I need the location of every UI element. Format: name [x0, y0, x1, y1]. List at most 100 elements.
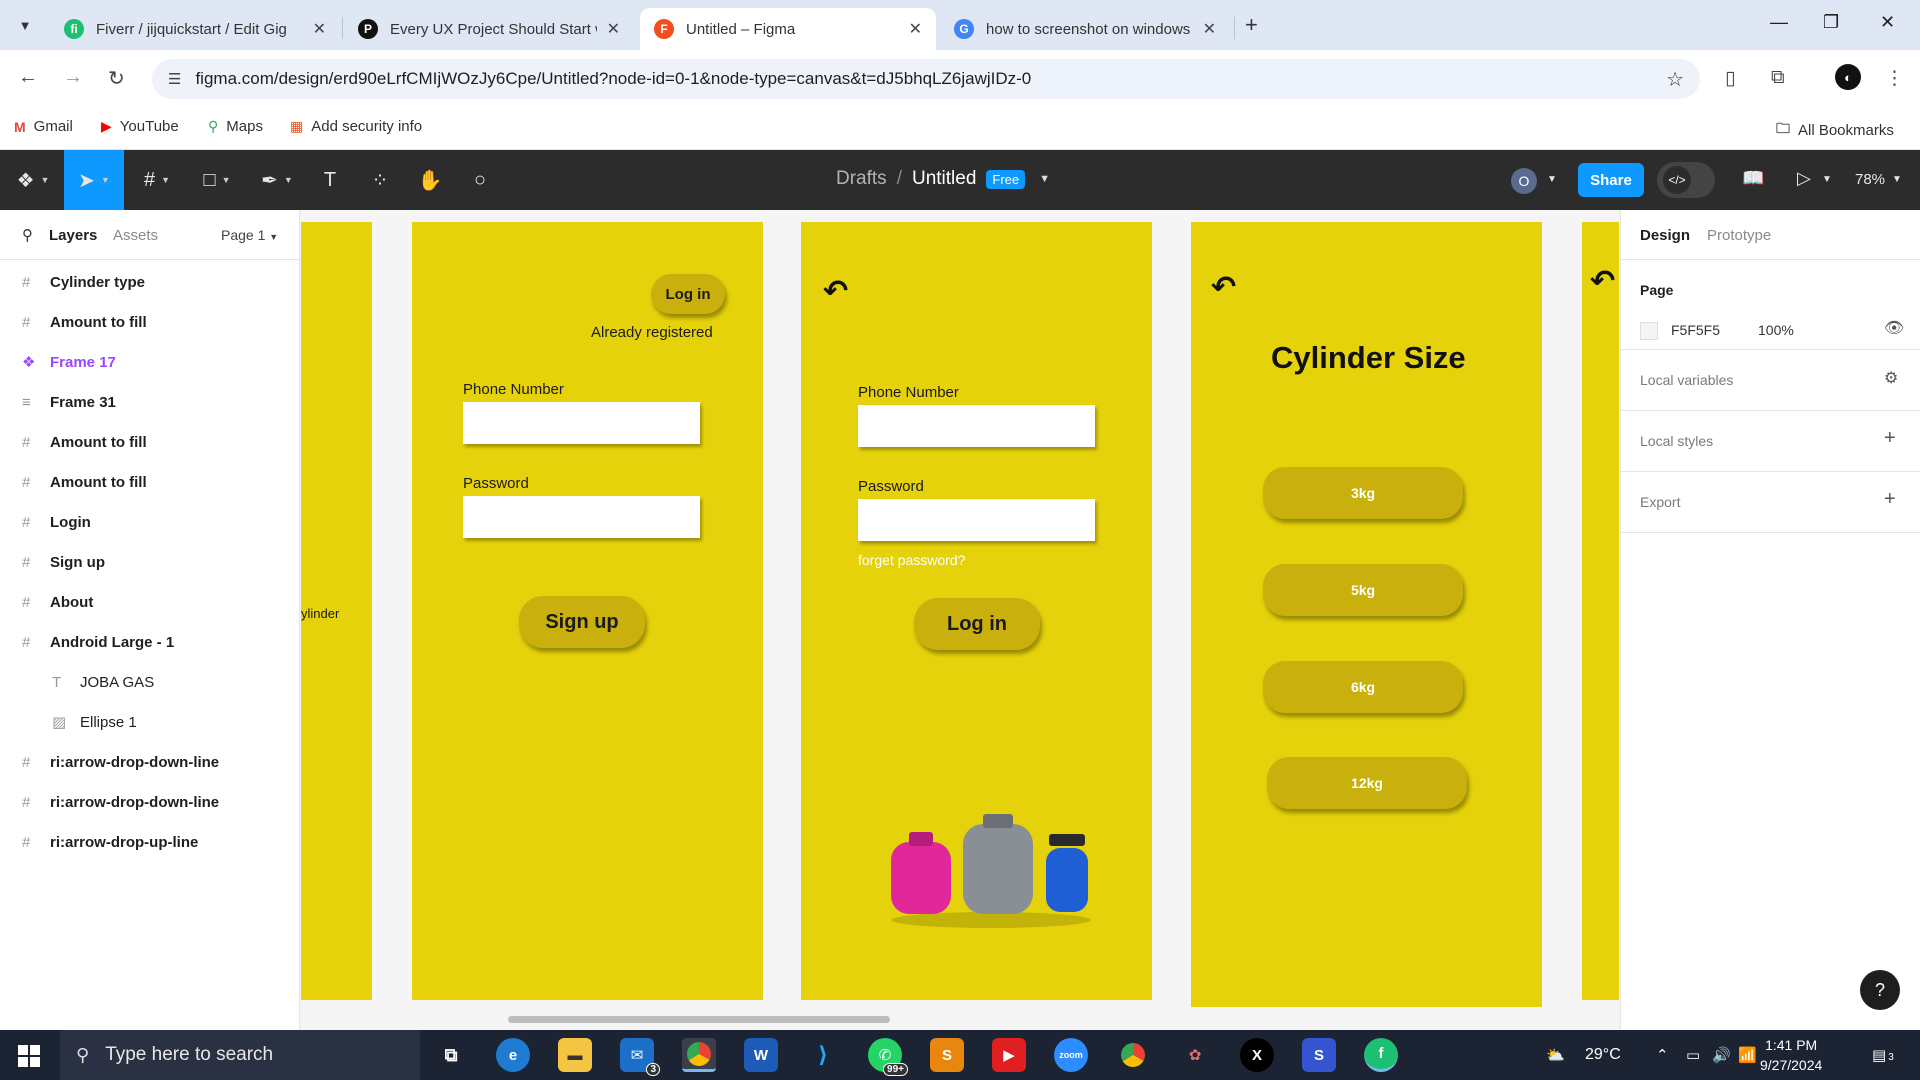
weather-temp[interactable]: 29°C	[1585, 1046, 1621, 1064]
share-button[interactable]: Share	[1578, 163, 1644, 197]
pen-tool[interactable]: ✒ ▼	[252, 150, 302, 210]
close-icon[interactable]: ✕	[1203, 19, 1216, 39]
size-button-3kg[interactable]: 3kg	[1263, 467, 1463, 519]
windows-start-icon[interactable]	[18, 1045, 40, 1067]
forward-icon[interactable]: →	[63, 66, 83, 89]
frame-partial-right[interactable]: ↶	[1582, 222, 1619, 1000]
app-s-icon[interactable]: S	[1302, 1038, 1336, 1072]
password-input[interactable]	[858, 499, 1095, 541]
x-icon[interactable]: X	[1240, 1038, 1274, 1072]
back-icon[interactable]: ←	[18, 66, 38, 89]
notifications-icon[interactable]: ▤ 3	[1872, 1046, 1894, 1064]
layer-item[interactable]: # About	[0, 582, 300, 622]
layer-item[interactable]: ▨ Ellipse 1	[0, 702, 300, 742]
whatsapp-icon[interactable]: ✆ 99+	[868, 1038, 908, 1076]
zoom-level[interactable]: 78%	[1855, 171, 1885, 188]
layer-item[interactable]: # Amount to fill	[0, 462, 300, 502]
chevron-down-icon[interactable]: ▼	[1039, 173, 1050, 185]
more-menu-icon[interactable]: ⋮	[1885, 67, 1904, 90]
back-arrow-icon[interactable]: ↶	[823, 274, 848, 309]
tab-fiverr[interactable]: fi Fiverr / jijquickstart / Edit Gig ✕	[50, 8, 340, 50]
layer-item[interactable]: # Android Large - 1	[0, 622, 300, 662]
search-icon[interactable]: ⚲	[22, 226, 33, 244]
new-tab-icon[interactable]: +	[1245, 12, 1258, 38]
phone-input[interactable]	[858, 405, 1095, 447]
chevron-down-icon[interactable]: ▼	[1822, 174, 1832, 185]
shape-tool[interactable]: □ ▼	[192, 150, 242, 210]
resources-tool[interactable]: ⁘	[362, 150, 398, 210]
page-color-swatch[interactable]	[1640, 322, 1658, 340]
chevron-down-icon[interactable]: ▼	[1892, 174, 1902, 185]
youtube-app-icon[interactable]: ▶	[992, 1038, 1026, 1072]
layer-item[interactable]: # Cylinder type	[0, 262, 300, 302]
fiverr-app-icon[interactable]: f	[1364, 1038, 1398, 1072]
bookmark-gmail[interactable]: M Gmail	[14, 118, 73, 135]
eye-icon[interactable]: 👁	[1884, 318, 1904, 338]
phone-input[interactable]	[463, 402, 700, 444]
frame-sign-up[interactable]: Log in Already registered Phone Number P…	[412, 222, 763, 1000]
design-canvas[interactable]: ylinder Log in Already registered Phone …	[301, 210, 1619, 1030]
password-input[interactable]	[463, 496, 700, 538]
text-tool[interactable]: T	[312, 150, 348, 210]
volume-icon[interactable]: 🔊	[1712, 1046, 1731, 1064]
zoom-icon[interactable]: zoom	[1054, 1038, 1088, 1072]
canvas-horizontal-scrollbar[interactable]	[508, 1016, 890, 1023]
reload-icon[interactable]: ↻	[108, 66, 125, 91]
layer-item[interactable]: # ri:arrow-drop-down-line	[0, 782, 300, 822]
system-clock[interactable]: 1:41 PM 9/27/2024	[1760, 1035, 1822, 1075]
add-export-icon[interactable]: +	[1884, 488, 1896, 511]
login-button[interactable]: Log in	[651, 274, 725, 314]
vscode-icon[interactable]: ⟩	[806, 1038, 840, 1072]
site-info-icon[interactable]: ☰	[168, 70, 181, 88]
layer-item[interactable]: # ri:arrow-drop-down-line	[0, 742, 300, 782]
collaborator-avatar[interactable]: O	[1511, 168, 1537, 194]
layer-item[interactable]: ≡ Frame 31	[0, 382, 300, 422]
battery-icon[interactable]: ▭	[1686, 1046, 1700, 1064]
layer-item[interactable]: # Amount to fill	[0, 422, 300, 462]
login-button[interactable]: Log in	[914, 598, 1040, 650]
chrome-profile-icon[interactable]	[1116, 1038, 1150, 1072]
move-tool[interactable]: ➤ ▼	[64, 150, 124, 210]
tab-google[interactable]: G how to screenshot on windows ✕	[940, 8, 1230, 50]
library-icon[interactable]: 📖	[1742, 168, 1764, 189]
size-button-6kg[interactable]: 6kg	[1263, 661, 1463, 713]
restore-icon[interactable]: ❐	[1823, 12, 1839, 33]
weather-icon[interactable]: ⛅	[1546, 1046, 1565, 1064]
add-style-icon[interactable]: +	[1884, 427, 1896, 450]
tab-figma[interactable]: F Untitled – Figma ✕	[640, 8, 936, 50]
layer-item[interactable]: # Sign up	[0, 542, 300, 582]
variables-icon[interactable]: ⚙	[1884, 368, 1898, 388]
close-icon[interactable]: ✕	[909, 19, 922, 39]
tab-assets[interactable]: Assets	[113, 227, 158, 244]
bookmark-maps[interactable]: ⚲ Maps	[208, 118, 263, 135]
taskbar-search[interactable]: ⚲ Type here to search	[60, 1030, 420, 1080]
size-button-12kg[interactable]: 12kg	[1267, 757, 1467, 809]
url-text[interactable]: figma.com/design/erd90eLrfCMIjWOzJy6Cpe/…	[195, 69, 1666, 89]
window-close-icon[interactable]: ✕	[1880, 12, 1895, 33]
help-icon[interactable]: ?	[1860, 970, 1900, 1010]
tab-design[interactable]: Design	[1640, 227, 1690, 244]
bookmark-security[interactable]: ▦ Add security info	[290, 118, 422, 135]
dev-mode-toggle[interactable]: </>	[1657, 162, 1715, 198]
all-bookmarks[interactable]: 🗀 All Bookmarks	[1776, 118, 1894, 142]
size-button-5kg[interactable]: 5kg	[1263, 564, 1463, 616]
frame-cylinder-size[interactable]: ↶ Cylinder Size 3kg 5kg 6kg 12kg	[1191, 222, 1542, 1007]
chevron-down-icon[interactable]: ▼	[1547, 174, 1557, 185]
close-icon[interactable]: ✕	[607, 19, 620, 39]
layer-item[interactable]: # ri:arrow-drop-up-line	[0, 822, 300, 862]
extensions-icon[interactable]: ⧉	[1771, 67, 1785, 89]
tab-copy-icon[interactable]: ▯	[1725, 67, 1735, 90]
frame-login[interactable]: ↶ Phone Number Password forget password?…	[801, 222, 1152, 1000]
omnibox[interactable]: ☰ figma.com/design/erd90eLrfCMIjWOzJy6Cp…	[152, 59, 1700, 99]
file-name[interactable]: Untitled	[912, 168, 976, 190]
paint-app-icon[interactable]: ✿	[1178, 1038, 1212, 1072]
tab-pinterest[interactable]: P Every UX Project Should Start w ✕	[344, 8, 634, 50]
frame-tool[interactable]: # ▼	[132, 150, 182, 210]
tab-prototype[interactable]: Prototype	[1707, 227, 1771, 244]
page-opacity[interactable]: 100%	[1758, 322, 1794, 338]
word-icon[interactable]: W	[744, 1038, 778, 1072]
present-play-icon[interactable]: ▷	[1797, 168, 1811, 189]
minimize-icon[interactable]: —	[1770, 12, 1788, 33]
chrome-icon[interactable]	[682, 1038, 716, 1072]
bookmark-youtube[interactable]: ▶ YouTube	[101, 118, 179, 135]
